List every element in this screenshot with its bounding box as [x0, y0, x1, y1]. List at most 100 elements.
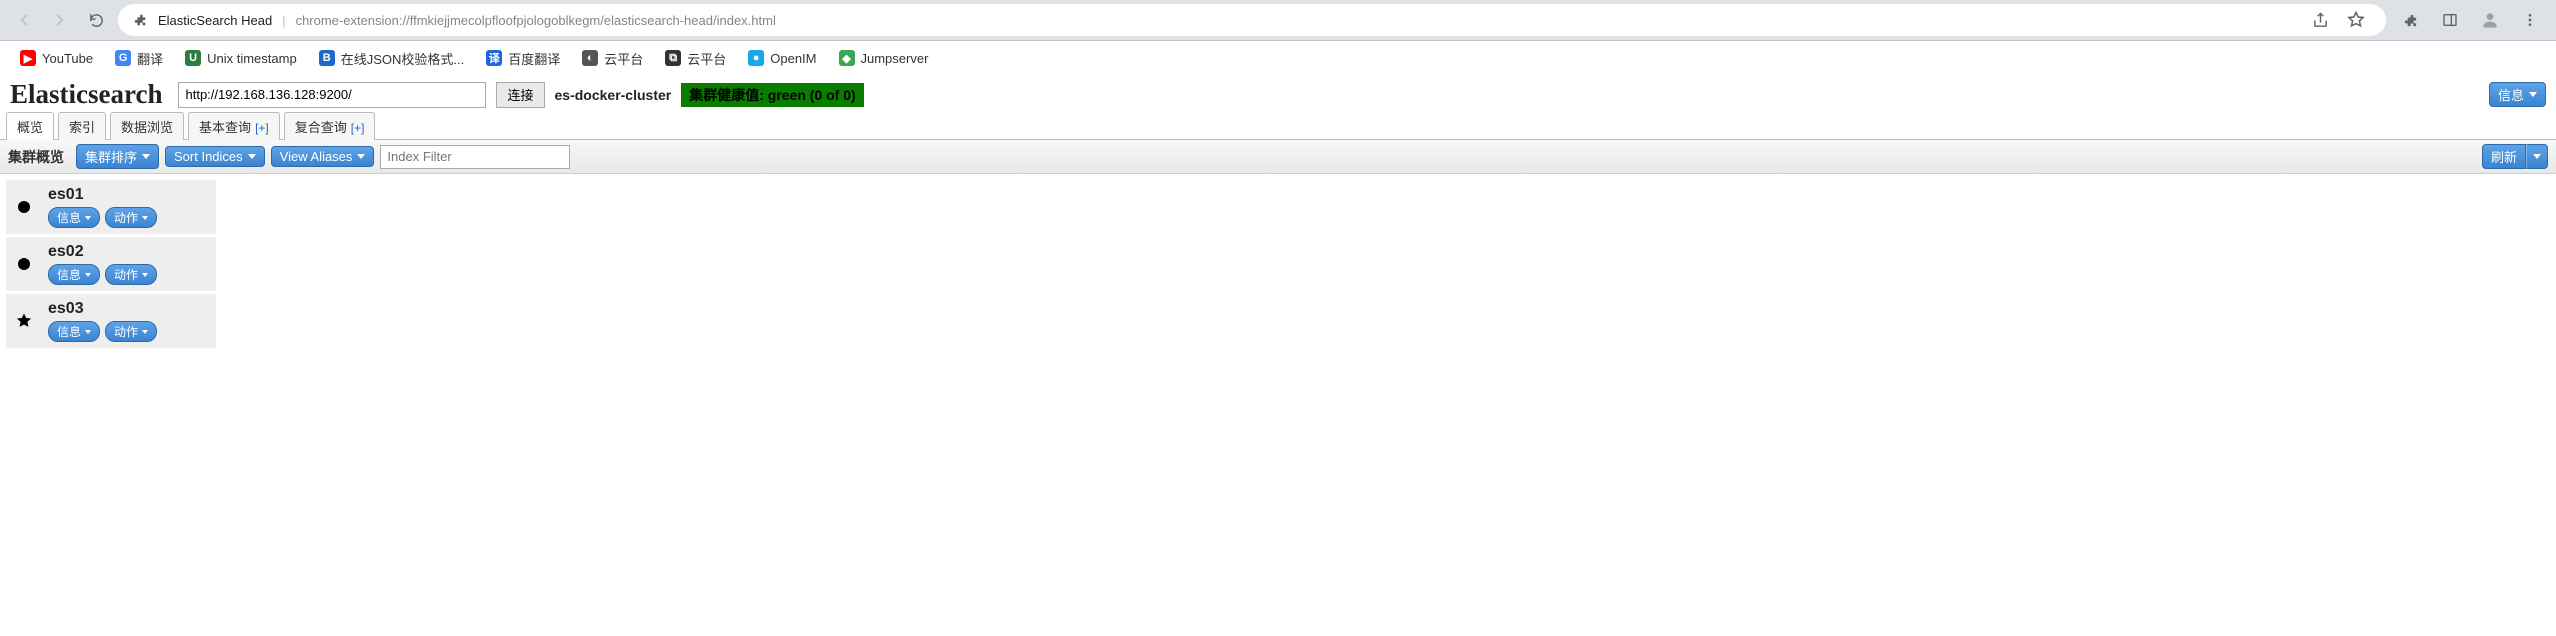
- bookmark-item[interactable]: ⧉ 云平台: [657, 45, 734, 72]
- node-name: es02: [48, 243, 157, 261]
- caret-down-icon: [357, 154, 365, 159]
- bookmark-item[interactable]: B在线JSON校验格式...: [311, 45, 473, 72]
- overview-section-label: 集群概览: [8, 147, 70, 167]
- app-header: Elasticsearch 连接 es-docker-cluster 集群健康值…: [0, 75, 2556, 112]
- bookmark-icon: 译: [486, 50, 502, 66]
- info-dropdown-label: 信息: [2498, 85, 2524, 104]
- bookmark-label: OpenIM: [770, 51, 816, 66]
- bookmark-label: 翻译: [137, 49, 163, 68]
- caret-down-icon: [142, 216, 148, 220]
- bookmark-icon: ▶: [20, 50, 36, 66]
- back-button[interactable]: [10, 6, 38, 34]
- overview-toolbar: 集群概览 集群排序 Sort Indices View Aliases 刷新: [0, 140, 2556, 174]
- node-info-button[interactable]: 信息: [48, 321, 100, 342]
- bookmark-icon: ●: [748, 50, 764, 66]
- data-node-icon: [14, 254, 34, 274]
- bookmark-item[interactable]: ◆ Jumpserver: [831, 46, 937, 70]
- node-info-button[interactable]: 信息: [48, 264, 100, 285]
- cluster-name: es-docker-cluster: [555, 87, 672, 103]
- connect-button[interactable]: 连接: [496, 82, 544, 108]
- node-name: es03: [48, 300, 157, 318]
- caret-down-icon: [2533, 154, 2541, 159]
- node-list: es01信息动作es02信息动作es03信息动作: [0, 174, 2556, 357]
- bookmark-label: 云平台: [687, 49, 726, 68]
- cluster-sort-button[interactable]: 集群排序: [76, 144, 159, 169]
- node-action-button[interactable]: 动作: [105, 207, 157, 228]
- node-action-button-label: 动作: [114, 266, 138, 283]
- node-body: es01信息动作: [48, 186, 157, 228]
- node-buttons: 信息 动作: [48, 321, 157, 342]
- bookmark-label: Jumpserver: [861, 51, 929, 66]
- cluster-url-input[interactable]: [178, 82, 486, 108]
- cluster-sort-label: 集群排序: [85, 147, 137, 166]
- node-info-button-label: 信息: [57, 323, 81, 340]
- tab-数据浏览[interactable]: 数据浏览: [110, 112, 184, 140]
- profile-icon[interactable]: [2474, 4, 2506, 36]
- tab-label: 基本查询: [199, 120, 251, 135]
- node-action-button[interactable]: 动作: [105, 264, 157, 285]
- tabs: 概览索引数据浏览 基本查询 [+] 复合查询 [+]: [0, 112, 2556, 140]
- bookmark-item[interactable]: ● OpenIM: [740, 46, 824, 70]
- bookmark-icon: ◆: [839, 50, 855, 66]
- caret-down-icon: [2529, 92, 2537, 97]
- bookmark-star-icon[interactable]: [2340, 4, 2372, 36]
- bookmark-icon: G: [115, 50, 131, 66]
- bookmark-icon: ⧉: [665, 50, 681, 66]
- browser-chrome: ElasticSearch Head | chrome-extension://…: [0, 0, 2556, 41]
- plus-icon[interactable]: [+]: [351, 121, 365, 135]
- sidepanel-icon[interactable]: [2434, 4, 2466, 36]
- caret-down-icon: [85, 330, 91, 334]
- tab-基本查询[interactable]: 基本查询 [+]: [188, 112, 280, 140]
- node-info-button-label: 信息: [57, 209, 81, 226]
- browser-toolbar: ElasticSearch Head | chrome-extension://…: [0, 0, 2556, 40]
- tab-索引[interactable]: 索引: [58, 112, 106, 140]
- tab-label: 复合查询: [295, 120, 347, 135]
- bookmark-label: 云平台: [604, 49, 643, 68]
- menu-icon[interactable]: [2514, 4, 2546, 36]
- caret-down-icon: [85, 273, 91, 277]
- address-actions: [2304, 4, 2372, 36]
- bookmark-label: Unix timestamp: [207, 51, 297, 66]
- reload-button[interactable]: [82, 6, 110, 34]
- bookmark-label: YouTube: [42, 51, 93, 66]
- forward-button[interactable]: [46, 6, 74, 34]
- node-info-button[interactable]: 信息: [48, 207, 100, 228]
- caret-down-icon: [85, 216, 91, 220]
- bookmark-icon: B: [319, 50, 335, 66]
- node-body: es02 信息动作: [48, 243, 157, 285]
- tab-复合查询[interactable]: 复合查询 [+]: [284, 112, 376, 140]
- node-row: es02 信息动作: [6, 237, 216, 291]
- page-title: ElasticSearch Head: [158, 13, 272, 28]
- node-action-button[interactable]: 动作: [105, 321, 157, 342]
- bookmark-item[interactable]: ◐云平台: [574, 45, 651, 72]
- node-buttons: 信息 动作: [48, 207, 157, 228]
- bookmark-item[interactable]: ▶ YouTube: [12, 46, 101, 70]
- tab-概览[interactable]: 概览: [6, 112, 54, 140]
- refresh-button[interactable]: 刷新: [2482, 144, 2526, 169]
- app-title: Elasticsearch: [10, 79, 162, 110]
- node-row: es03 信息 动作: [6, 294, 216, 348]
- caret-down-icon: [142, 330, 148, 334]
- bookmarks-bar: ▶ YouTube G 翻译 U Unix timestamp B在线JSON校验格式...…: [0, 41, 2556, 75]
- bookmark-item[interactable]: U Unix timestamp: [177, 46, 305, 70]
- refresh-dropdown-button[interactable]: [2526, 144, 2548, 169]
- bookmark-item[interactable]: G 翻译: [107, 45, 171, 72]
- sort-indices-button[interactable]: Sort Indices: [165, 146, 265, 167]
- node-buttons: 信息动作: [48, 264, 157, 285]
- tab-label: 概览: [17, 120, 43, 135]
- plus-icon[interactable]: [+]: [255, 121, 269, 135]
- info-dropdown-button[interactable]: 信息: [2489, 82, 2546, 107]
- address-bar[interactable]: ElasticSearch Head | chrome-extension://…: [118, 4, 2386, 36]
- bookmark-item[interactable]: 译百度翻译: [478, 45, 568, 72]
- node-action-button-label: 动作: [114, 209, 138, 226]
- share-icon[interactable]: [2304, 4, 2336, 36]
- view-aliases-button[interactable]: View Aliases: [271, 146, 375, 167]
- tab-label: 数据浏览: [121, 120, 173, 135]
- bookmark-icon: U: [185, 50, 201, 66]
- index-filter-input[interactable]: [380, 145, 570, 169]
- cluster-health-badge: 集群健康值: green (0 of 0): [681, 83, 863, 107]
- node-row: es01信息动作: [6, 180, 216, 234]
- master-node-icon: [14, 311, 34, 331]
- node-action-button-label: 动作: [114, 323, 138, 340]
- extensions-icon[interactable]: [2394, 4, 2426, 36]
